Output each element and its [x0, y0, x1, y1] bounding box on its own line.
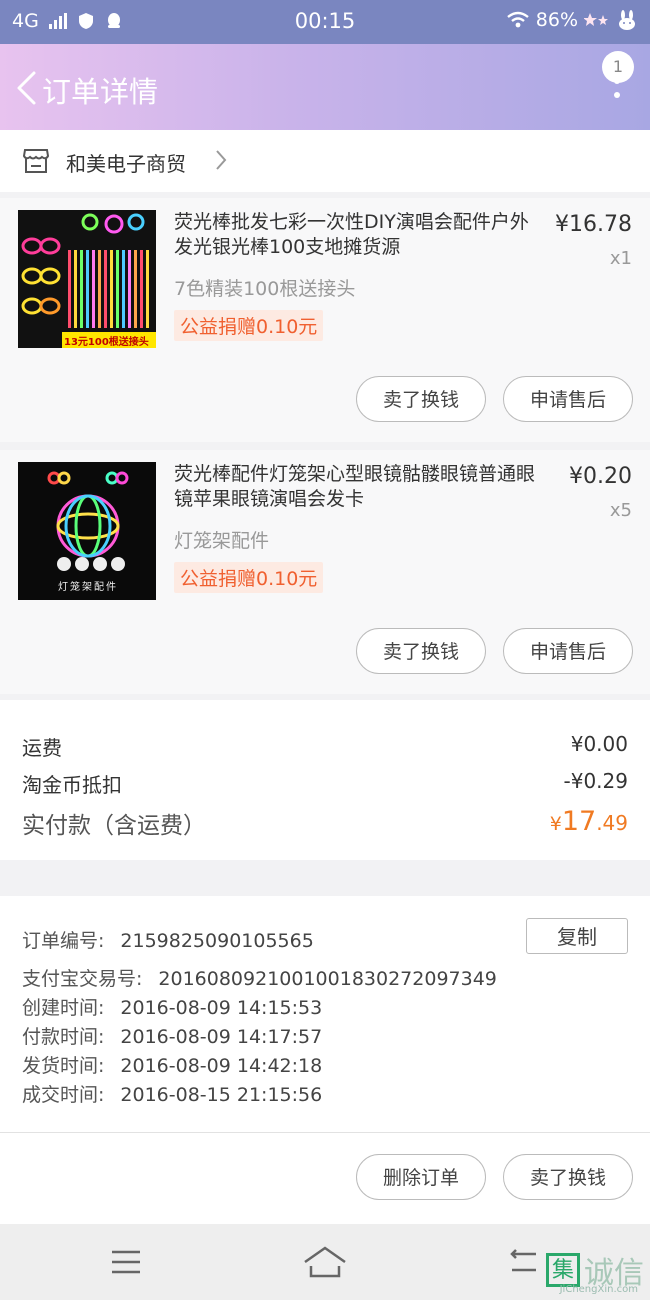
coin-discount-row: 淘金币抵扣 -¥0.29: [22, 769, 628, 798]
shipping-label: 运费: [22, 736, 62, 760]
glow-sticks-image: [18, 210, 156, 348]
shipped-time-row: 发货时间: 2016-08-09 14:42:18: [22, 1055, 323, 1077]
title-bar: 订单详情 1: [0, 44, 650, 130]
product-price: ¥16.78: [555, 212, 632, 237]
delete-order-button[interactable]: 删除订单: [356, 1154, 486, 1200]
total-amount: ¥17.49: [549, 806, 628, 837]
product-thumbnail[interactable]: 灯笼架配件: [18, 462, 156, 600]
sell-button[interactable]: 卖了换钱: [356, 376, 486, 422]
shipping-row: 运费 ¥0.00: [22, 732, 628, 761]
back-nav-icon[interactable]: [508, 1248, 540, 1276]
back-arrow-icon[interactable]: [14, 70, 40, 106]
shop-name: 和美电子商贸: [66, 152, 186, 176]
order-item: 13元100根送接头 荧光棒批发七彩一次性DIY演唱会配件户外发光银光棒100支…: [0, 198, 650, 442]
total-row: 实付款（含运费） ¥17.49: [22, 806, 628, 840]
product-quantity: x5: [609, 500, 632, 521]
thumbnail-caption: 灯笼架配件: [58, 582, 118, 593]
status-bar: 4G 00:15 86%: [0, 0, 650, 44]
product-spec: 7色精装100根送接头: [174, 278, 356, 300]
alipay-number: 2016080921001001830272097349: [158, 968, 497, 990]
coin-label: 淘金币抵扣: [22, 773, 122, 797]
wifi-icon: [507, 11, 529, 28]
order-number: 2159825090105565: [120, 930, 314, 952]
alipay-row: 支付宝交易号: 2016080921001001830272097349: [22, 968, 497, 990]
created-time-row: 创建时间: 2016-08-09 14:15:53: [22, 997, 323, 1019]
product-thumbnail[interactable]: 13元100根送接头: [18, 210, 156, 348]
product-price: ¥0.20: [569, 464, 632, 489]
chevron-right-icon: [216, 150, 227, 170]
closed-time-row: 成交时间: 2016-08-15 21:15:56: [22, 1084, 323, 1106]
after-sales-button[interactable]: 申请售后: [503, 628, 633, 674]
thumbnail-caption: 13元100根送接头: [64, 337, 149, 348]
order-info: 订单编号: 2159825090105565 复制 支付宝交易号: 20160809…: [0, 896, 650, 1132]
page-title: 订单详情: [42, 75, 159, 109]
product-title[interactable]: 荧光棒批发七彩一次性DIY演唱会配件户外发光银光棒100支地摊货源: [174, 210, 540, 260]
product-quantity: x1: [609, 248, 632, 269]
after-sales-button[interactable]: 申请售后: [503, 376, 633, 422]
copy-button[interactable]: 复制: [526, 918, 628, 954]
paid-time-row: 付款时间: 2016-08-09 14:17:57: [22, 1026, 323, 1048]
order-item: 灯笼架配件 荧光棒配件灯笼架心型眼镜骷髅眼镜普通眼镜苹果眼镜演唱会发卡 ¥0.2…: [0, 450, 650, 694]
product-title[interactable]: 荧光棒配件灯笼架心型眼镜骷髅眼镜普通眼镜苹果眼镜演唱会发卡: [174, 462, 540, 512]
home-icon[interactable]: [302, 1244, 348, 1280]
watermark-mark: 集: [546, 1253, 580, 1287]
battery-label: 86%: [535, 9, 578, 31]
shop-row[interactable]: 和美电子商贸: [0, 130, 650, 192]
coin-value: -¥0.29: [563, 769, 628, 793]
donation-tag: 公益捐赠0.10元: [174, 562, 324, 593]
shop-icon: [22, 149, 50, 173]
rabbit-icon: [619, 10, 635, 30]
order-actions: 删除订单 卖了换钱: [0, 1132, 650, 1225]
price-summary: 运费 ¥0.00 淘金币抵扣 -¥0.29 实付款（含运费） ¥17.49: [0, 700, 650, 860]
menu-icon[interactable]: [110, 1248, 142, 1276]
more-menu-icon[interactable]: [614, 78, 620, 106]
watermark-url: JiChengXin.com: [559, 1284, 638, 1295]
total-label: 实付款（含运费）: [22, 813, 206, 839]
donation-tag: 公益捐赠0.10元: [174, 310, 324, 341]
sell-button[interactable]: 卖了换钱: [503, 1154, 633, 1200]
watermark-logo: 集 诚信 JiChengXin.com: [546, 1248, 644, 1295]
shipping-value: ¥0.00: [570, 732, 628, 756]
product-spec: 灯笼架配件: [174, 530, 270, 552]
order-number-row: 订单编号: 2159825090105565: [22, 930, 314, 952]
stars-icon: [584, 13, 608, 26]
sell-button[interactable]: 卖了换钱: [356, 628, 486, 674]
